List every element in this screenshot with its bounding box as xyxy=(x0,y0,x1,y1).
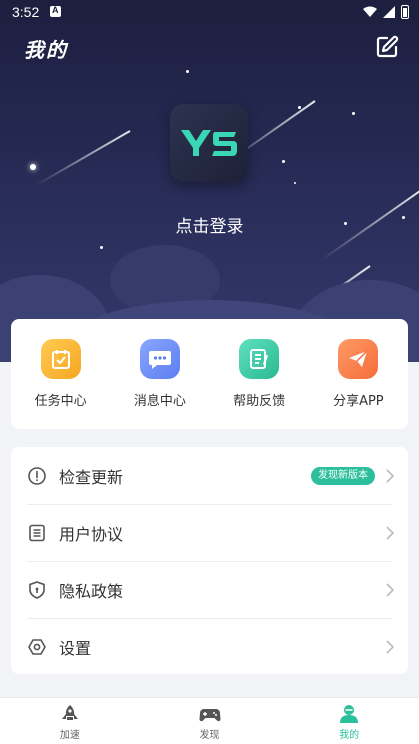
settings-icon xyxy=(28,638,46,655)
share-icon xyxy=(338,339,379,379)
chevron-right-icon xyxy=(386,526,394,540)
nav-tab-accelerate[interactable]: 加速 xyxy=(0,698,140,744)
chevron-right-icon xyxy=(386,640,394,654)
nav-tab-label: 加速 xyxy=(59,730,80,741)
shield-icon xyxy=(29,580,45,599)
menu-item-label: 设置 xyxy=(59,638,92,658)
logo-icon xyxy=(181,130,237,156)
quick-actions-panel: 任务中心 消息中心 帮助反馈 分享APP xyxy=(11,319,408,429)
nav-tab-discover[interactable]: 发现 xyxy=(140,698,280,744)
message-icon xyxy=(139,339,180,379)
settings-menu: 检查更新 发现新版本 用户协议 隐私政策 设置 xyxy=(11,447,408,674)
profile-icon xyxy=(340,705,359,723)
app-logo[interactable] xyxy=(170,104,248,182)
star-decoration xyxy=(352,112,355,115)
help-feedback-label: 帮助反馈 xyxy=(233,394,286,409)
share-app-label: 分享APP xyxy=(333,394,384,409)
meteor-decoration xyxy=(34,130,131,187)
alert-circle-icon xyxy=(28,466,46,485)
message-center-label: 消息中心 xyxy=(133,394,186,409)
task-icon xyxy=(40,339,81,379)
nav-tab-label: 发现 xyxy=(199,730,220,741)
star-decoration xyxy=(30,164,36,170)
menu-item-privacy-policy[interactable]: 隐私政策 xyxy=(11,561,408,618)
share-app-button[interactable]: 分享APP xyxy=(309,319,408,429)
document-icon xyxy=(29,524,45,541)
star-decoration xyxy=(100,246,103,249)
feedback-icon xyxy=(239,339,280,379)
menu-item-check-update[interactable]: 检查更新 发现新版本 xyxy=(11,447,408,504)
page-title: 我的 xyxy=(24,38,68,62)
nav-tab-profile[interactable]: 我的 xyxy=(279,698,419,744)
gamepad-icon xyxy=(198,709,221,722)
chevron-right-icon xyxy=(386,469,394,483)
star-decoration xyxy=(186,70,189,73)
battery-icon xyxy=(401,5,409,19)
rocket-icon xyxy=(61,705,78,720)
star-decoration xyxy=(282,160,285,163)
star-decoration xyxy=(294,182,296,184)
profile-header: 3:52 我的 点击登录 xyxy=(0,0,419,362)
nav-tab-label: 我的 xyxy=(339,730,360,741)
menu-item-settings[interactable]: 设置 xyxy=(11,618,408,675)
menu-item-label: 隐私政策 xyxy=(59,581,124,601)
menu-item-label: 用户协议 xyxy=(59,524,124,544)
help-feedback-button[interactable]: 帮助反馈 xyxy=(210,319,309,429)
task-center-button[interactable]: 任务中心 xyxy=(11,319,110,429)
wifi-icon xyxy=(363,6,377,17)
bottom-navigation: 加速 发现 我的 xyxy=(0,697,419,744)
task-center-label: 任务中心 xyxy=(34,394,87,409)
edit-icon[interactable] xyxy=(375,35,399,59)
notification-icon xyxy=(50,5,61,17)
status-bar: 3:52 xyxy=(0,0,419,24)
menu-item-user-agreement[interactable]: 用户协议 xyxy=(11,504,408,561)
new-version-badge: 发现新版本 xyxy=(311,467,375,485)
chevron-right-icon xyxy=(386,583,394,597)
signal-icon xyxy=(383,6,395,18)
status-time: 3:52 xyxy=(12,4,40,20)
menu-item-label: 检查更新 xyxy=(59,467,124,487)
login-link[interactable]: 点击登录 xyxy=(0,212,419,237)
message-center-button[interactable]: 消息中心 xyxy=(110,319,209,429)
